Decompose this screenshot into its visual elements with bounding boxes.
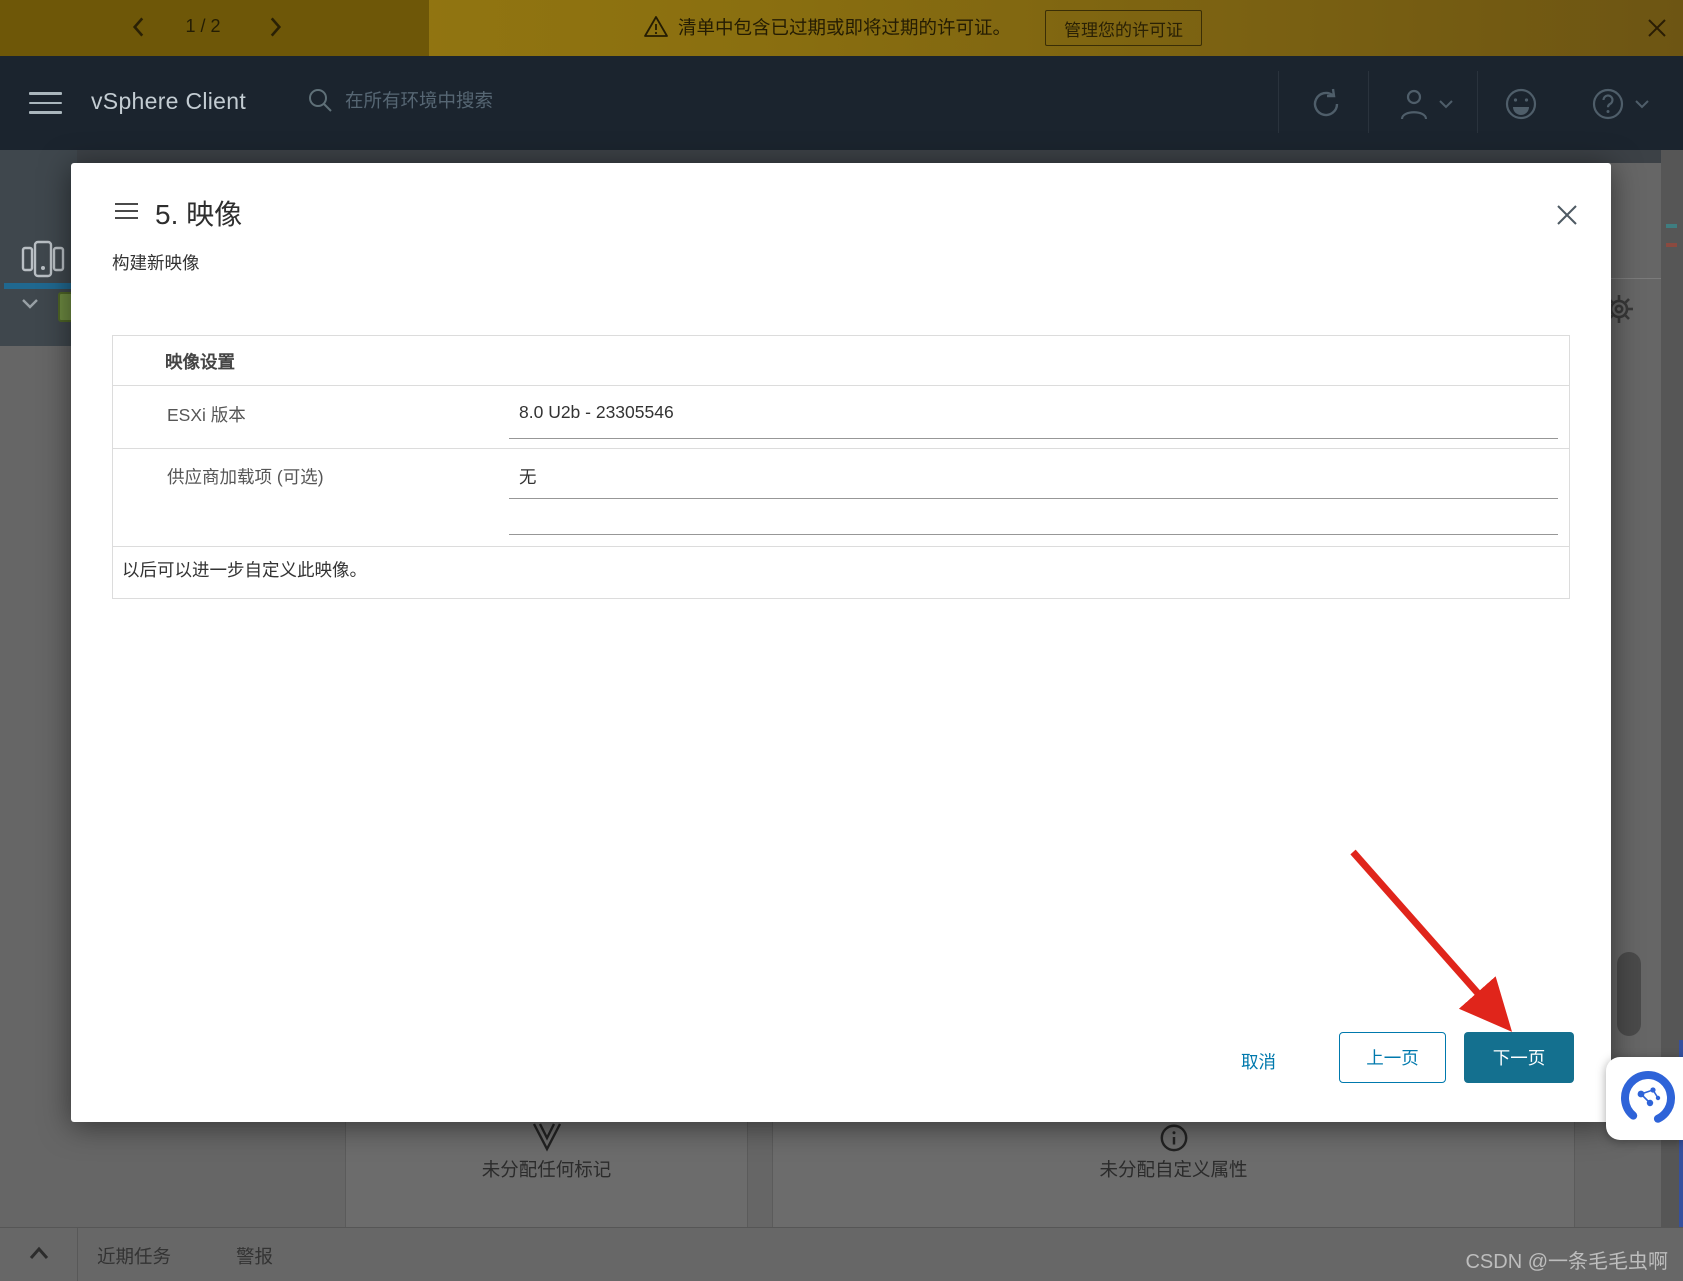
dimmed-toolbar-strip xyxy=(0,150,1683,163)
warning-icon xyxy=(644,16,668,37)
header-divider xyxy=(1368,71,1369,133)
image-settings-table: 映像设置 ESXi 版本 8.0 U2b - 23305546 供应商加载项 (… xyxy=(112,335,1570,599)
refresh-icon[interactable] xyxy=(1308,86,1344,122)
customize-note: 以后可以进一步自定义此映像。 xyxy=(122,560,367,580)
chevron-down-icon xyxy=(1439,100,1453,109)
assistant-card xyxy=(1606,1057,1683,1140)
active-tab-indicator xyxy=(4,283,77,289)
previous-button[interactable]: 上一页 xyxy=(1339,1032,1446,1083)
scrollbar-mark xyxy=(1666,224,1677,228)
vendor-addon-label: 供应商加载项 (可选) xyxy=(167,467,324,487)
custom-attributes-card-label: 未分配自定义属性 xyxy=(1099,1159,1248,1180)
dialog-close-icon[interactable] xyxy=(1553,201,1581,229)
tab-recent-tasks[interactable]: 近期任务 xyxy=(97,1243,171,1269)
dialog-subtitle: 构建新映像 xyxy=(112,253,200,273)
info-circle-icon xyxy=(1160,1124,1187,1152)
vendor-addon-version-select[interactable] xyxy=(509,534,1558,535)
collapse-chevron-icon[interactable] xyxy=(27,1244,51,1267)
feedback-smiley-icon[interactable] xyxy=(1503,86,1539,122)
menu-icon[interactable] xyxy=(29,92,62,116)
help-icon[interactable] xyxy=(1590,86,1650,122)
steps-list-icon[interactable] xyxy=(115,203,138,224)
app-header: vSphere Client 在所有环境中搜索 xyxy=(0,56,1683,150)
cancel-button[interactable]: 取消 xyxy=(1233,1045,1284,1078)
table-header: 映像设置 xyxy=(165,352,235,372)
license-warning-text: 清单中包含已过期或即将过期的许可证。 xyxy=(678,17,1012,38)
search-icon xyxy=(309,89,332,112)
tag-icon xyxy=(532,1123,561,1152)
watermark: CSDN @一条毛毛虫啊 xyxy=(1465,1251,1668,1273)
pagination-prev-icon[interactable] xyxy=(126,14,152,40)
tab-alarms[interactable]: 警报 xyxy=(236,1243,273,1269)
esxi-version-label: ESXi 版本 xyxy=(167,405,246,425)
manage-licenses-button[interactable]: 管理您的许可证 xyxy=(1045,10,1202,46)
header-divider xyxy=(1278,71,1279,133)
assistant-logo-icon[interactable] xyxy=(1620,1070,1676,1126)
footer-divider xyxy=(77,1228,78,1281)
scrollbar-thumb[interactable] xyxy=(1617,952,1641,1036)
tree-expand-chevron-icon[interactable] xyxy=(20,296,40,315)
pagination-next-icon[interactable] xyxy=(262,14,288,40)
next-button[interactable]: 下一页 xyxy=(1464,1032,1574,1083)
inventory-sidebar xyxy=(0,150,81,346)
scrollbar-mark xyxy=(1666,243,1677,247)
license-warning-message: 清单中包含已过期或即将过期的许可证。 xyxy=(643,14,1011,40)
image-wizard-dialog: 5. 映像 构建新映像 映像设置 ESXi 版本 8.0 U2b - 23305… xyxy=(71,163,1611,1122)
tasks-footer-bar: 近期任务 警报 xyxy=(0,1227,1683,1281)
user-menu-icon[interactable] xyxy=(1398,86,1454,122)
dialog-step-title: 5. 映像 xyxy=(155,199,243,230)
chevron-down-icon xyxy=(1635,100,1649,109)
custom-attributes-card: 未分配自定义属性 xyxy=(772,1122,1575,1227)
esxi-version-select[interactable] xyxy=(509,438,1558,439)
hosts-and-clusters-icon[interactable] xyxy=(20,238,66,285)
vsphere-client-screen: 1 / 2 清单中包含已过期或即将过期的许可证。 管理您的许可证 vSphere… xyxy=(0,0,1683,1281)
esxi-version-value[interactable]: 8.0 U2b - 23305546 xyxy=(519,402,674,423)
banner-close-icon[interactable] xyxy=(1644,15,1670,41)
panel-divider xyxy=(1611,278,1661,279)
global-search-input[interactable]: 在所有环境中搜索 xyxy=(306,86,493,114)
vendor-addon-value[interactable]: 无 xyxy=(519,464,537,489)
vendor-addon-select[interactable] xyxy=(509,498,1558,499)
license-warning-banner: 1 / 2 清单中包含已过期或即将过期的许可证。 管理您的许可证 xyxy=(0,0,1683,56)
tags-card-label: 未分配任何标记 xyxy=(481,1159,612,1180)
search-placeholder: 在所有环境中搜索 xyxy=(345,90,494,111)
app-title: vSphere Client xyxy=(91,88,247,114)
tags-card: 未分配任何标记 xyxy=(345,1122,748,1227)
header-divider xyxy=(1477,71,1478,133)
pagination-count: 1 / 2 xyxy=(185,16,221,36)
